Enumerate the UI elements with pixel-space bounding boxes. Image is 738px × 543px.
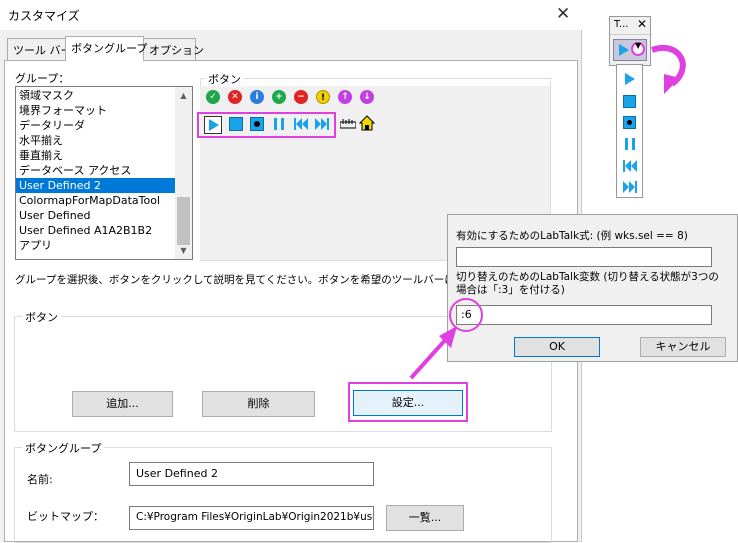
stop-icon[interactable] bbox=[623, 95, 636, 108]
info-icon[interactable]: i bbox=[250, 90, 264, 104]
play-icon[interactable] bbox=[621, 70, 639, 88]
group-list-scrollbar[interactable]: ▲ ▼ bbox=[175, 87, 192, 259]
home-icon[interactable] bbox=[359, 115, 375, 131]
button-section-label: ボタン bbox=[22, 309, 61, 325]
check-icon[interactable]: ✓ bbox=[206, 90, 220, 104]
browse-button[interactable]: 一覧... bbox=[386, 505, 464, 531]
ruler-icon[interactable] bbox=[340, 118, 356, 130]
ok-button[interactable]: OK bbox=[514, 337, 600, 357]
plus-icon[interactable]: + bbox=[272, 90, 286, 104]
floating-toolbar-window: T... ✕ ▼ bbox=[609, 16, 651, 66]
minus-icon[interactable]: − bbox=[294, 90, 308, 104]
play-icon bbox=[619, 44, 629, 56]
up-arrow-icon[interactable]: ↑ bbox=[338, 90, 352, 104]
scroll-down-icon[interactable]: ▼ bbox=[175, 242, 192, 259]
labtalk-settings-dialog: 有効にするためのLabTalk式: (例 wks.sel == 8) 切り替えの… bbox=[447, 214, 738, 362]
button-group-section-label: ボタングループ bbox=[22, 440, 105, 456]
skip-back-icon[interactable] bbox=[293, 117, 309, 131]
close-icon[interactable]: ✕ bbox=[637, 17, 647, 31]
list-item[interactable]: データリーダ bbox=[16, 118, 175, 133]
name-label: 名前: bbox=[27, 473, 53, 486]
name-input[interactable]: User Defined 2 bbox=[129, 462, 374, 486]
list-item[interactable]: ColormapForMapDataTool bbox=[16, 193, 175, 208]
pause-icon[interactable] bbox=[272, 117, 286, 131]
list-item[interactable]: User Defined bbox=[16, 208, 175, 223]
list-item[interactable]: データベース アクセス bbox=[16, 163, 175, 178]
arrow-annotation bbox=[409, 326, 457, 380]
tab-toolbar[interactable]: ツール バー bbox=[7, 38, 72, 60]
list-item[interactable]: アプリ bbox=[16, 238, 175, 253]
play-dropdown-menu bbox=[616, 64, 643, 198]
down-arrow-icon[interactable]: ↓ bbox=[360, 90, 374, 104]
toggle-variable-label: 切り替えのためのLabTalk変数 (切り替える状態が3つの場合は「:3」を付け… bbox=[456, 271, 719, 296]
scroll-thumb[interactable] bbox=[177, 197, 190, 245]
stop-icon[interactable] bbox=[229, 117, 243, 131]
enable-expression-label: 有効にするためのLabTalk式: (例 wks.sel == 8) bbox=[456, 230, 688, 242]
list-item[interactable]: User Defined 2 bbox=[16, 178, 175, 193]
close-icon[interactable]: ✕ bbox=[556, 4, 570, 24]
chevron-down-icon[interactable]: ▼ bbox=[635, 41, 641, 50]
bitmap-path-input[interactable]: C:¥Program Files¥OriginLab¥Origin2021b¥u… bbox=[129, 506, 374, 530]
groups-label: グループ： bbox=[15, 72, 70, 85]
scroll-up-icon[interactable]: ▲ bbox=[175, 87, 192, 104]
dropdown-arrow-highlight: ▼ bbox=[631, 41, 645, 56]
play-button[interactable] bbox=[204, 116, 222, 134]
toggle-variable-input[interactable]: :6 bbox=[456, 305, 712, 325]
exclamation-icon[interactable]: ! bbox=[316, 90, 330, 104]
play-icon bbox=[209, 119, 219, 131]
tab-options[interactable]: オプション bbox=[143, 38, 204, 60]
settings-button[interactable]: 設定... bbox=[353, 390, 463, 416]
toolbar-title: T... bbox=[614, 19, 629, 30]
enable-expression-input[interactable] bbox=[456, 247, 712, 267]
skip-forward-icon[interactable] bbox=[621, 178, 639, 196]
bitmap-label: ビットマップ： bbox=[27, 510, 104, 523]
group-list[interactable]: 領域マスク 境界フォーマット データリーダ 水平揃え 垂直揃え データベース アクセス Us… bbox=[15, 86, 193, 260]
skip-back-icon[interactable] bbox=[621, 157, 639, 175]
pause-icon[interactable] bbox=[621, 135, 639, 153]
record-icon[interactable] bbox=[623, 116, 636, 129]
list-item[interactable]: 領域マスク bbox=[16, 88, 175, 103]
toolbar-title-bar: T... ✕ bbox=[610, 17, 650, 35]
cancel-icon[interactable]: ✕ bbox=[228, 90, 242, 104]
skip-forward-icon[interactable] bbox=[314, 117, 330, 131]
window-title: カスタマイズ bbox=[8, 9, 80, 23]
add-button[interactable]: 追加... bbox=[72, 391, 173, 417]
cancel-button[interactable]: キャンセル bbox=[640, 337, 726, 357]
record-icon[interactable] bbox=[250, 117, 264, 131]
list-item[interactable]: 水平揃え bbox=[16, 133, 175, 148]
buttons-panel-label: ボタン bbox=[206, 71, 243, 87]
delete-button[interactable]: 削除 bbox=[202, 391, 315, 417]
list-item[interactable]: User Defined A1A2B1B2 bbox=[16, 223, 175, 238]
list-item[interactable]: 境界フォーマット bbox=[16, 103, 175, 118]
tab-button-group[interactable]: ボタングループ bbox=[65, 36, 147, 61]
hint-text: グループを選択後、ボタンをクリックして説明を見てください。ボタンを希望のツールバ… bbox=[15, 274, 487, 286]
curved-arrow-annotation bbox=[650, 45, 686, 94]
title-bar: カスタマイズ ✕ bbox=[0, 0, 582, 30]
toolbar-play-dropdown[interactable]: ▼ bbox=[613, 39, 647, 61]
list-item[interactable]: 垂直揃え bbox=[16, 148, 175, 163]
